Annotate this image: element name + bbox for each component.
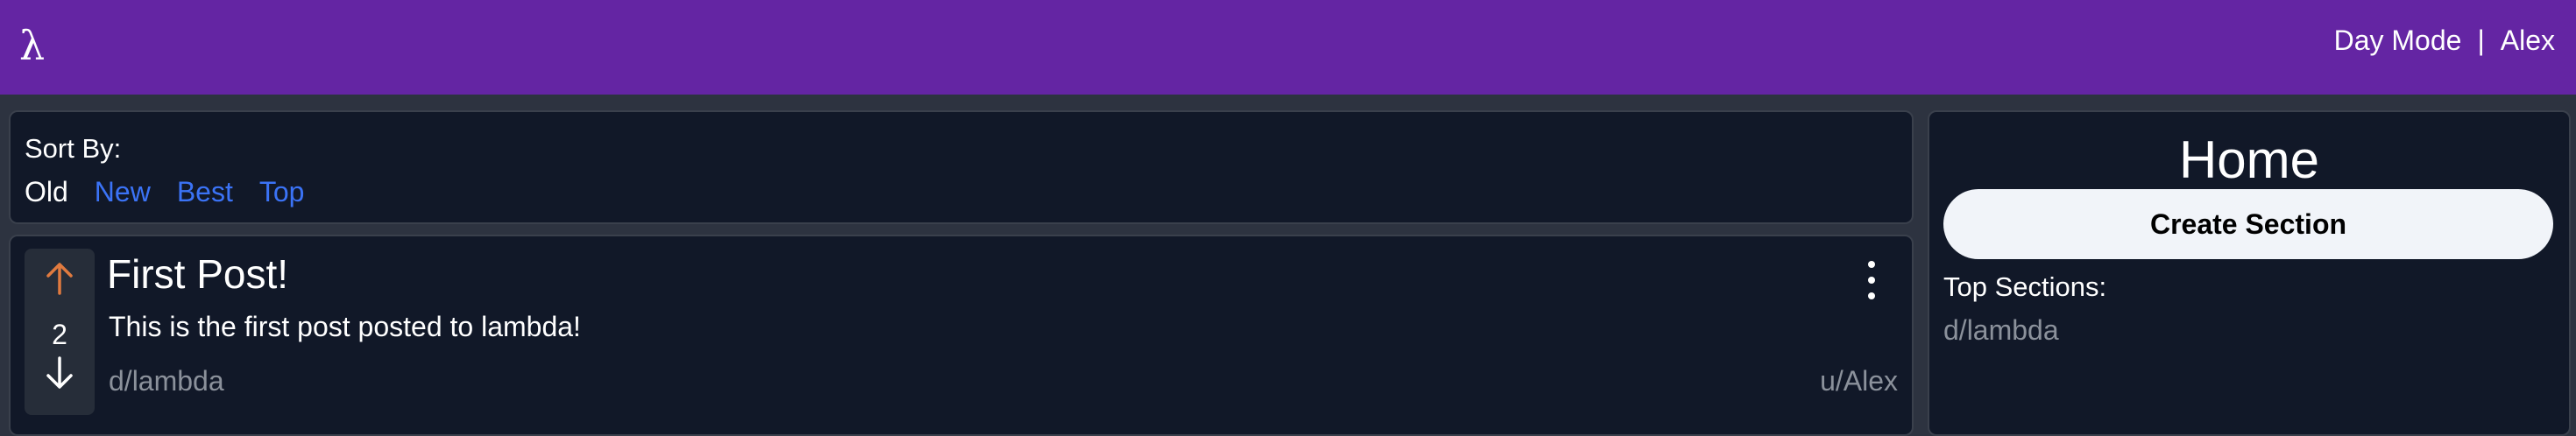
sort-option-old[interactable]: Old [25, 176, 68, 207]
post-section-link[interactable]: d/lambda [109, 362, 224, 399]
top-navbar: λ Day Mode | Alex [0, 0, 2576, 95]
more-vertical-icon[interactable] [1866, 261, 1877, 301]
sort-options: Old New Best Top [25, 173, 330, 210]
sort-option-new[interactable]: New [95, 176, 151, 207]
post-title[interactable]: First Post! [107, 249, 288, 299]
post-author-link[interactable]: u/Alex [1820, 362, 1898, 399]
vote-box: 2 [25, 249, 95, 415]
vote-count: 2 [52, 319, 67, 350]
top-nav-links: Day Mode | Alex [2334, 21, 2555, 60]
arrow-down-icon [46, 356, 73, 389]
sort-by-label: Sort By: [25, 133, 122, 164]
top-section-item[interactable]: d/lambda [1943, 312, 2059, 348]
arrow-up-icon [46, 263, 73, 295]
sort-option-top[interactable]: Top [259, 176, 305, 207]
create-section-button[interactable]: Create Section [1943, 189, 2553, 259]
sidebar-panel: Home Create Section Top Sections: d/lamb… [1928, 110, 2571, 436]
post-body: This is the first post posted to lambda! [109, 311, 581, 342]
downvote-icon[interactable] [25, 355, 95, 400]
nav-separator: | [2477, 25, 2485, 56]
sidebar-title: Home [2178, 130, 2320, 189]
upvote-icon[interactable] [25, 261, 95, 306]
top-sections-label: Top Sections: [1943, 271, 2107, 302]
logo[interactable]: λ [19, 19, 45, 72]
sort-panel: Sort By: Old New Best Top [9, 110, 1914, 224]
day-mode-toggle[interactable]: Day Mode [2334, 25, 2462, 56]
sort-option-best[interactable]: Best [177, 176, 233, 207]
post-card: 2 First Post! This is the first post pos… [9, 235, 1914, 436]
user-link[interactable]: Alex [2501, 25, 2555, 56]
